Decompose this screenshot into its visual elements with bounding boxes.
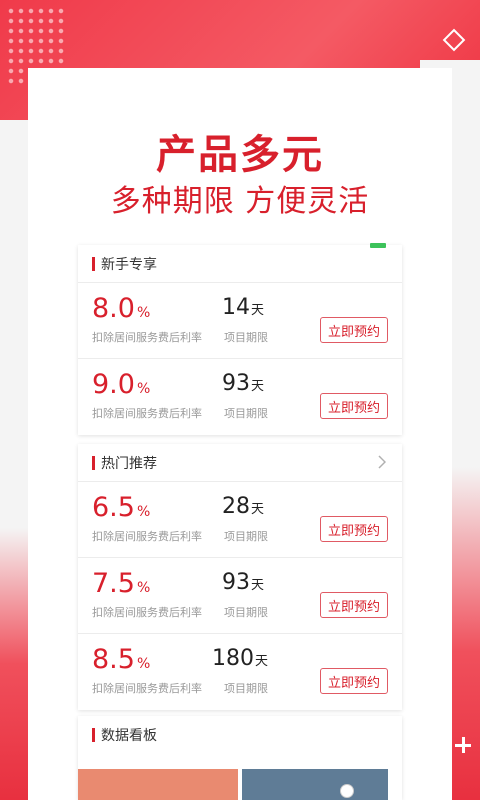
reserve-button[interactable]: 立即预约 — [320, 393, 388, 419]
headline: 产品多元 — [156, 131, 324, 178]
product-row[interactable]: 6.5% 扣除居间服务费后利率 28天 项目期限 立即预约 — [78, 482, 402, 558]
rate-label: 扣除居间服务费后利率 — [92, 606, 202, 619]
term-value: 93天 — [222, 371, 265, 396]
rate-label: 扣除居间服务费后利率 — [92, 407, 202, 420]
reserve-button[interactable]: 立即预约 — [320, 516, 388, 542]
term-value: 14天 — [222, 295, 265, 320]
product-row[interactable]: 8.0% 扣除居间服务费后利率 14天 项目期限 立即预约 — [78, 283, 402, 359]
accent-bar — [92, 455, 95, 470]
interest-rate: 8.0% — [92, 293, 151, 324]
section-header: 新手专享 — [78, 245, 402, 283]
dashboard-card-preview[interactable] — [242, 769, 388, 800]
accent-bar — [92, 728, 95, 742]
section-title: 数据看板 — [101, 728, 157, 744]
term-label: 项目期限 — [224, 530, 268, 543]
section-header: 数据看板 — [78, 716, 402, 754]
plus-icon — [454, 736, 472, 754]
term-label: 项目期限 — [224, 407, 268, 420]
section-title: 热门推荐 — [101, 455, 157, 472]
section-newcomer: 新手专享 8.0% 扣除居间服务费后利率 14天 项目期限 立即预约 9.0% … — [78, 243, 402, 435]
section-header[interactable]: 热门推荐 — [78, 444, 402, 482]
reserve-button[interactable]: 立即预约 — [320, 668, 388, 694]
interest-rate: 8.5% — [92, 644, 151, 675]
product-row[interactable]: 9.0% 扣除居间服务费后利率 93天 项目期限 立即预约 — [78, 359, 402, 435]
term-value: 28天 — [222, 494, 265, 519]
term-label: 项目期限 — [224, 682, 268, 695]
chevron-right-icon[interactable] — [378, 454, 387, 473]
dashboard-card-preview[interactable] — [78, 769, 238, 800]
product-row[interactable]: 7.5% 扣除居间服务费后利率 93天 项目期限 立即预约 — [78, 558, 402, 634]
term-label: 项目期限 — [224, 331, 268, 344]
rate-label: 扣除居间服务费后利率 — [92, 530, 202, 543]
accent-bar — [92, 256, 95, 271]
rate-label: 扣除居间服务费后利率 — [92, 331, 202, 344]
term-label: 项目期限 — [224, 606, 268, 619]
term-value: 93天 — [222, 570, 265, 595]
rate-label: 扣除居间服务费后利率 — [92, 682, 202, 695]
interest-rate: 9.0% — [92, 369, 151, 400]
section-title: 新手专享 — [101, 256, 157, 273]
reserve-button[interactable]: 立即预约 — [320, 317, 388, 343]
interest-rate: 7.5% — [92, 568, 151, 599]
term-value: 180天 — [212, 646, 269, 671]
subheadline: 多种期限 方便灵活 — [110, 184, 370, 219]
section-hot-picks: 热门推荐 6.5% 扣除居间服务费后利率 28天 项目期限 立即预约 7.5% … — [78, 444, 402, 710]
product-row[interactable]: 8.5% 扣除居间服务费后利率 180天 项目期限 立即预约 — [78, 634, 402, 710]
interest-rate: 6.5% — [92, 492, 151, 523]
background-left-band — [0, 120, 30, 800]
page-indicator — [340, 784, 354, 798]
reserve-button[interactable]: 立即预约 — [320, 592, 388, 618]
